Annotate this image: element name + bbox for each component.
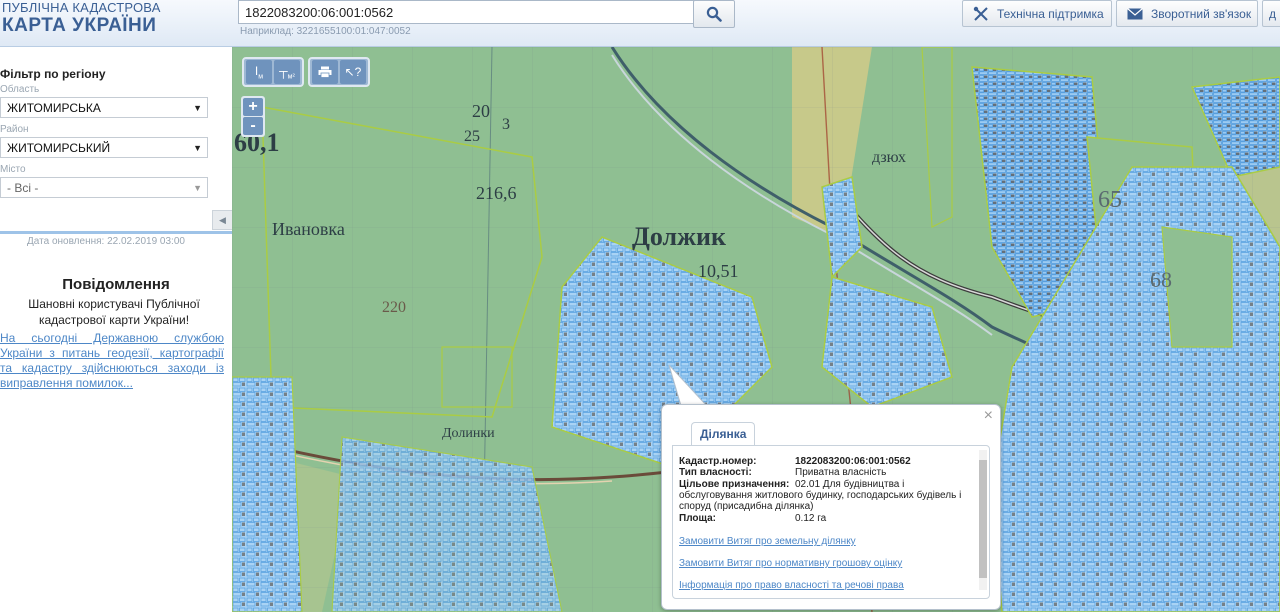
district-label: Район xyxy=(0,124,29,135)
purpose: 02.01 Для будівництва і обслуговування ж… xyxy=(679,479,962,512)
notice-text: Шановні користувачі Публічної кадастрово… xyxy=(28,297,200,327)
feedback-button[interactable]: Зворотний зв'язок xyxy=(1116,0,1258,27)
info-key: Тип власності: xyxy=(679,467,752,478)
map-label: 220 xyxy=(382,299,406,316)
map-label: Ивановка xyxy=(272,219,345,239)
map-label: 20 xyxy=(472,101,490,121)
order-extract-link[interactable]: Замовити Витяг про земельну ділянку xyxy=(679,536,856,547)
sidebar: Фільтр по регіону Область ЖИТОМИРСЬКА ▼ … xyxy=(0,47,232,612)
popup-scrollbar[interactable] xyxy=(979,450,987,590)
city-label: Місто xyxy=(0,164,26,175)
zoom-in-button[interactable]: + xyxy=(243,98,263,116)
map-label: Должик xyxy=(632,222,726,251)
region-label: Область xyxy=(0,84,40,95)
more-label: д xyxy=(1269,6,1277,21)
more-button[interactable]: д xyxy=(1262,0,1280,27)
map-label: 25 xyxy=(464,128,480,145)
district-value: ЖИТОМИРСЬКИЙ xyxy=(7,141,111,155)
dropdown-arrow-icon: ▼ xyxy=(193,103,202,113)
map-label: 68 xyxy=(1150,267,1172,292)
search-hint: Наприклад: 3221655100:01:047:0052 xyxy=(240,26,411,37)
parcel-info: Кадастр.номер: 1822083200:06:001:0562 Ти… xyxy=(672,445,990,599)
notice-link[interactable]: На сьогодні Державною службою України з … xyxy=(0,331,224,391)
zoom-out-button[interactable]: - xyxy=(243,117,263,135)
ruler-icon: Iм xyxy=(254,63,264,81)
search-icon xyxy=(706,6,722,22)
region-select[interactable]: ЖИТОМИРСЬКА ▼ xyxy=(0,97,208,118)
notice-title: Повідомлення xyxy=(62,276,170,293)
logo-line-2: КАРТА УКРАЇНИ xyxy=(2,15,157,36)
close-icon[interactable]: × xyxy=(984,407,993,425)
sidebar-divider xyxy=(0,231,232,234)
printer-icon xyxy=(318,66,332,78)
measure-tools: Iм ┬м² xyxy=(242,57,304,87)
chevron-left-icon: ◀ xyxy=(219,214,226,225)
district-select[interactable]: ЖИТОМИРСЬКИЙ ▼ xyxy=(0,137,208,158)
dropdown-arrow-icon: ▼ xyxy=(193,143,202,153)
cadastral-number: 1822083200:06:001:0562 xyxy=(795,456,911,467)
feedback-label: Зворотний зв'язок xyxy=(1151,6,1252,21)
scroll-thumb[interactable] xyxy=(979,460,987,578)
map-canvas[interactable]: Должик Ивановка 216,6 10,51 220 65 68 20… xyxy=(232,47,1280,612)
tab-parcel[interactable]: Ділянка xyxy=(691,422,756,445)
info-key: Площа: xyxy=(679,513,716,524)
map-label: 10,51 xyxy=(698,261,739,281)
tools-icon xyxy=(973,6,989,22)
search-button[interactable] xyxy=(693,0,735,28)
logo-line-1: ПУБЛІЧНА КАДАСТРОВА xyxy=(2,0,161,15)
map-label: дзюх xyxy=(872,149,906,166)
map-label: Долинки xyxy=(442,426,495,441)
update-date: Дата оновлення: 22.02.2019 03:00 xyxy=(27,236,185,247)
dropdown-arrow-icon: ▼ xyxy=(193,183,202,193)
info-key: Кадастр.номер: xyxy=(679,456,757,467)
map-toolbar: Iм ┬м² ↖? xyxy=(242,57,374,87)
action-tools: ↖? xyxy=(308,57,370,87)
parcel-popup: × Ділянка Кадастр.номер: 1822083200:06:0… xyxy=(661,404,1001,610)
map-label: 216,6 xyxy=(476,183,517,203)
region-filter-title: Фільтр по регіону xyxy=(0,67,106,81)
tech-support-button[interactable]: Технічна підтримка xyxy=(962,0,1112,27)
area-value: 0.12 га xyxy=(795,513,827,524)
identify-button[interactable]: ↖? xyxy=(340,60,366,84)
site-logo[interactable]: ПУБЛІЧНА КАДАСТРОВА КАРТА УКРАЇНИ xyxy=(2,1,161,35)
order-valuation-link[interactable]: Замовити Витяг про нормативну грошову оц… xyxy=(679,558,902,569)
region-value: ЖИТОМИРСЬКА xyxy=(7,101,101,115)
city-value: - Всі - xyxy=(7,181,39,195)
header-bar: ПУБЛІЧНА КАДАСТРОВА КАРТА УКРАЇНИ Наприк… xyxy=(0,0,1280,47)
map-label: 3 xyxy=(502,116,510,133)
envelope-icon xyxy=(1127,7,1143,20)
map-label: 65 xyxy=(1098,187,1122,213)
area-ruler-icon: ┬м² xyxy=(279,63,295,81)
zoom-control: + - xyxy=(241,96,265,137)
ownership-type: Приватна власність xyxy=(795,467,887,478)
print-button[interactable] xyxy=(312,60,338,84)
tech-support-label: Технічна підтримка xyxy=(997,6,1104,21)
city-select[interactable]: - Всі - ▼ xyxy=(0,177,208,198)
collapse-sidebar-button[interactable]: ◀ xyxy=(212,210,232,230)
measure-distance-button[interactable]: Iм xyxy=(246,60,272,84)
ownership-info-link[interactable]: Інформація про право власності та речові… xyxy=(679,580,904,591)
popup-pointer xyxy=(668,365,707,409)
cadastral-search-input[interactable] xyxy=(238,0,698,24)
measure-area-button[interactable]: ┬м² xyxy=(274,60,300,84)
cursor-question-icon: ↖? xyxy=(344,65,362,79)
